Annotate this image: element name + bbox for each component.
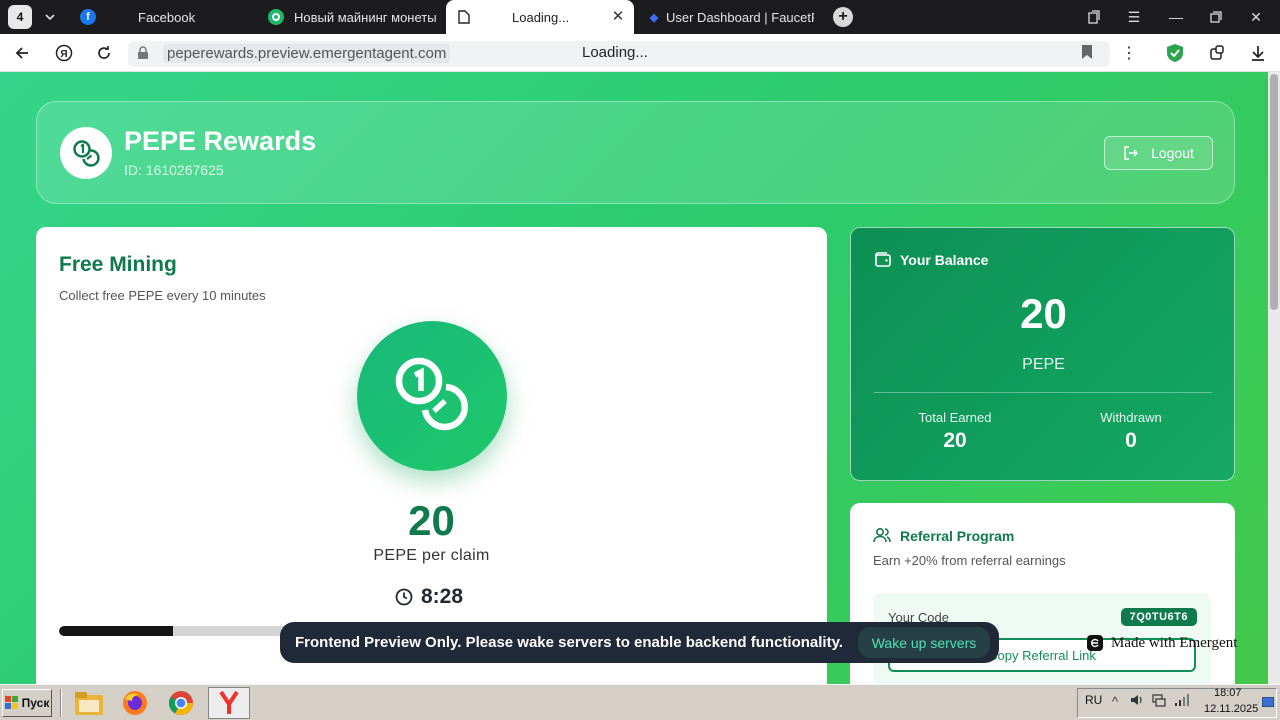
page-scrollbar[interactable] <box>1268 72 1280 684</box>
extensions-icon[interactable] <box>1205 41 1229 65</box>
more-options-icon[interactable]: ⋮ <box>1117 41 1141 65</box>
users-icon <box>873 527 891 543</box>
tab-counter: 4 <box>16 10 24 24</box>
mining-subtitle: Collect free PEPE every 10 minutes <box>59 288 266 303</box>
page-viewport: PEPE Rewards ID: 1610267625 Logout Free … <box>0 72 1268 684</box>
tab-loading[interactable]: Loading... ✕ <box>446 0 634 34</box>
referral-title: Referral Program <box>900 528 1015 544</box>
app-title: PEPE Rewards <box>124 126 317 156</box>
address-bar: Я peperewards.preview.emergentagent.com … <box>0 34 1280 72</box>
emergent-label: Made with Emergent <box>1111 634 1238 651</box>
chrome-icon[interactable] <box>160 687 202 719</box>
cooldown-timer: 8:28 <box>395 585 463 609</box>
coins-logo-icon <box>60 127 112 179</box>
signal-bars-icon[interactable] <box>1174 694 1190 709</box>
app-header: PEPE Rewards ID: 1610267625 Logout <box>36 101 1235 204</box>
windows-logo-icon <box>4 696 18 709</box>
clock-icon <box>395 588 413 606</box>
url-text: peperewards.preview.emergentagent.com <box>163 44 451 63</box>
facebook-icon: f <box>80 9 96 25</box>
user-id: ID: 1610267625 <box>124 162 224 178</box>
browser-tab-bar: 4 f Facebook Новый майнинг монеты P Load… <box>0 0 1280 34</box>
tab-mining-news[interactable]: Новый майнинг монеты P <box>262 0 440 34</box>
clock-time[interactable]: 18:07 <box>1214 687 1242 699</box>
file-explorer-icon[interactable] <box>68 687 110 719</box>
speaker-icon[interactable] <box>1130 694 1144 709</box>
restore-icon[interactable] <box>1204 5 1228 29</box>
total-earned-value: 20 <box>943 429 967 452</box>
yandex-browser-icon[interactable] <box>208 687 250 719</box>
made-with-emergent-badge[interactable]: Made with Emergent <box>1087 631 1237 655</box>
clock-date[interactable]: 12.11.2025 <box>1204 703 1258 715</box>
timer-value: 8:28 <box>421 585 464 608</box>
tab-label: Loading... <box>512 9 570 25</box>
close-tab-icon[interactable]: ✕ <box>610 9 626 25</box>
target-icon <box>268 9 284 25</box>
wallet-icon <box>875 252 891 267</box>
copy-referral-label: Copy Referral Link <box>988 647 1096 663</box>
start-button[interactable]: Пуск <box>2 689 52 717</box>
logout-button[interactable]: Logout <box>1104 136 1213 170</box>
claim-coin-button[interactable] <box>357 321 507 471</box>
language-indicator[interactable]: RU <box>1085 693 1102 707</box>
bookmark-icon[interactable] <box>1081 44 1093 65</box>
tab-counter-button[interactable]: 4 <box>8 5 32 29</box>
withdrawn-stat: Withdrawn 0 <box>1046 410 1216 453</box>
withdrawn-value: 0 <box>1125 429 1137 452</box>
svg-text:Я: Я <box>60 49 67 60</box>
total-earned-label: Total Earned <box>918 410 992 425</box>
tab-list-chevron-icon[interactable] <box>38 5 62 29</box>
tab-label: Facebook <box>138 9 196 25</box>
logout-icon <box>1124 146 1139 160</box>
wake-up-servers-button[interactable]: Wake up servers <box>858 627 990 658</box>
referral-subtitle: Earn +20% from referral earnings <box>873 553 1066 568</box>
balance-unit: PEPE <box>1022 356 1065 373</box>
total-earned-stat: Total Earned 20 <box>870 410 1040 453</box>
page-icon <box>456 9 472 25</box>
toast-message: Frontend Preview Only. Please wake serve… <box>295 634 843 651</box>
diamond-icon: ◆ <box>649 11 659 24</box>
start-label: Пуск <box>21 696 50 710</box>
mining-card: Free Mining Collect free PEPE every 10 m… <box>36 227 827 684</box>
collections-icon[interactable] <box>1082 5 1106 29</box>
scrollbar-thumb[interactable] <box>1270 74 1278 310</box>
yandex-icon[interactable]: Я <box>52 41 76 65</box>
balance-value: 20 <box>1020 290 1067 337</box>
wake-up-label: Wake up servers <box>871 634 977 651</box>
tab-faucetpay[interactable]: ◆ User Dashboard | FaucetPa <box>640 0 820 34</box>
balance-title: Your Balance <box>900 252 989 268</box>
claim-unit: PEPE per claim <box>373 547 490 564</box>
balance-card: Your Balance 20 PEPE Total Earned 20 Wit… <box>850 227 1235 481</box>
download-icon[interactable] <box>1246 41 1270 65</box>
referral-code-badge: 7Q0TU6T6 <box>1120 608 1197 626</box>
show-desktop-icon[interactable] <box>1261 695 1275 710</box>
close-window-icon[interactable]: ✕ <box>1244 5 1268 29</box>
emergent-logo-icon <box>1087 635 1103 651</box>
mining-title: Free Mining <box>59 253 177 276</box>
firefox-icon[interactable] <box>114 687 156 719</box>
tab-facebook[interactable]: f Facebook <box>72 0 256 34</box>
os-taskbar: Пуск RU ^ 18:07 12.11.2025 <box>0 684 1280 720</box>
back-arrow-icon[interactable] <box>10 41 34 65</box>
claim-amount: 20 <box>408 497 455 544</box>
progress-fill <box>59 626 173 636</box>
new-tab-button[interactable]: + <box>833 7 853 27</box>
page-title-text: Loading... <box>582 44 648 61</box>
preview-toast: Frontend Preview Only. Please wake serve… <box>280 622 999 663</box>
tab-label: Новый майнинг монеты P <box>294 9 440 25</box>
balance-divider <box>874 392 1212 393</box>
coins-icon <box>395 357 468 431</box>
network-icon[interactable] <box>1152 694 1166 710</box>
logout-label: Logout <box>1151 145 1194 161</box>
menu-icon[interactable]: ☰ <box>1122 5 1146 29</box>
minimize-icon[interactable]: — <box>1164 5 1188 29</box>
reload-icon[interactable] <box>92 41 116 65</box>
tray-expand-icon[interactable]: ^ <box>1112 694 1118 709</box>
withdrawn-label: Withdrawn <box>1100 410 1162 425</box>
protect-shield-icon[interactable] <box>1163 41 1187 65</box>
lock-icon <box>137 46 149 65</box>
tab-label: User Dashboard | FaucetPa <box>666 9 814 25</box>
taskbar-divider <box>60 689 62 717</box>
